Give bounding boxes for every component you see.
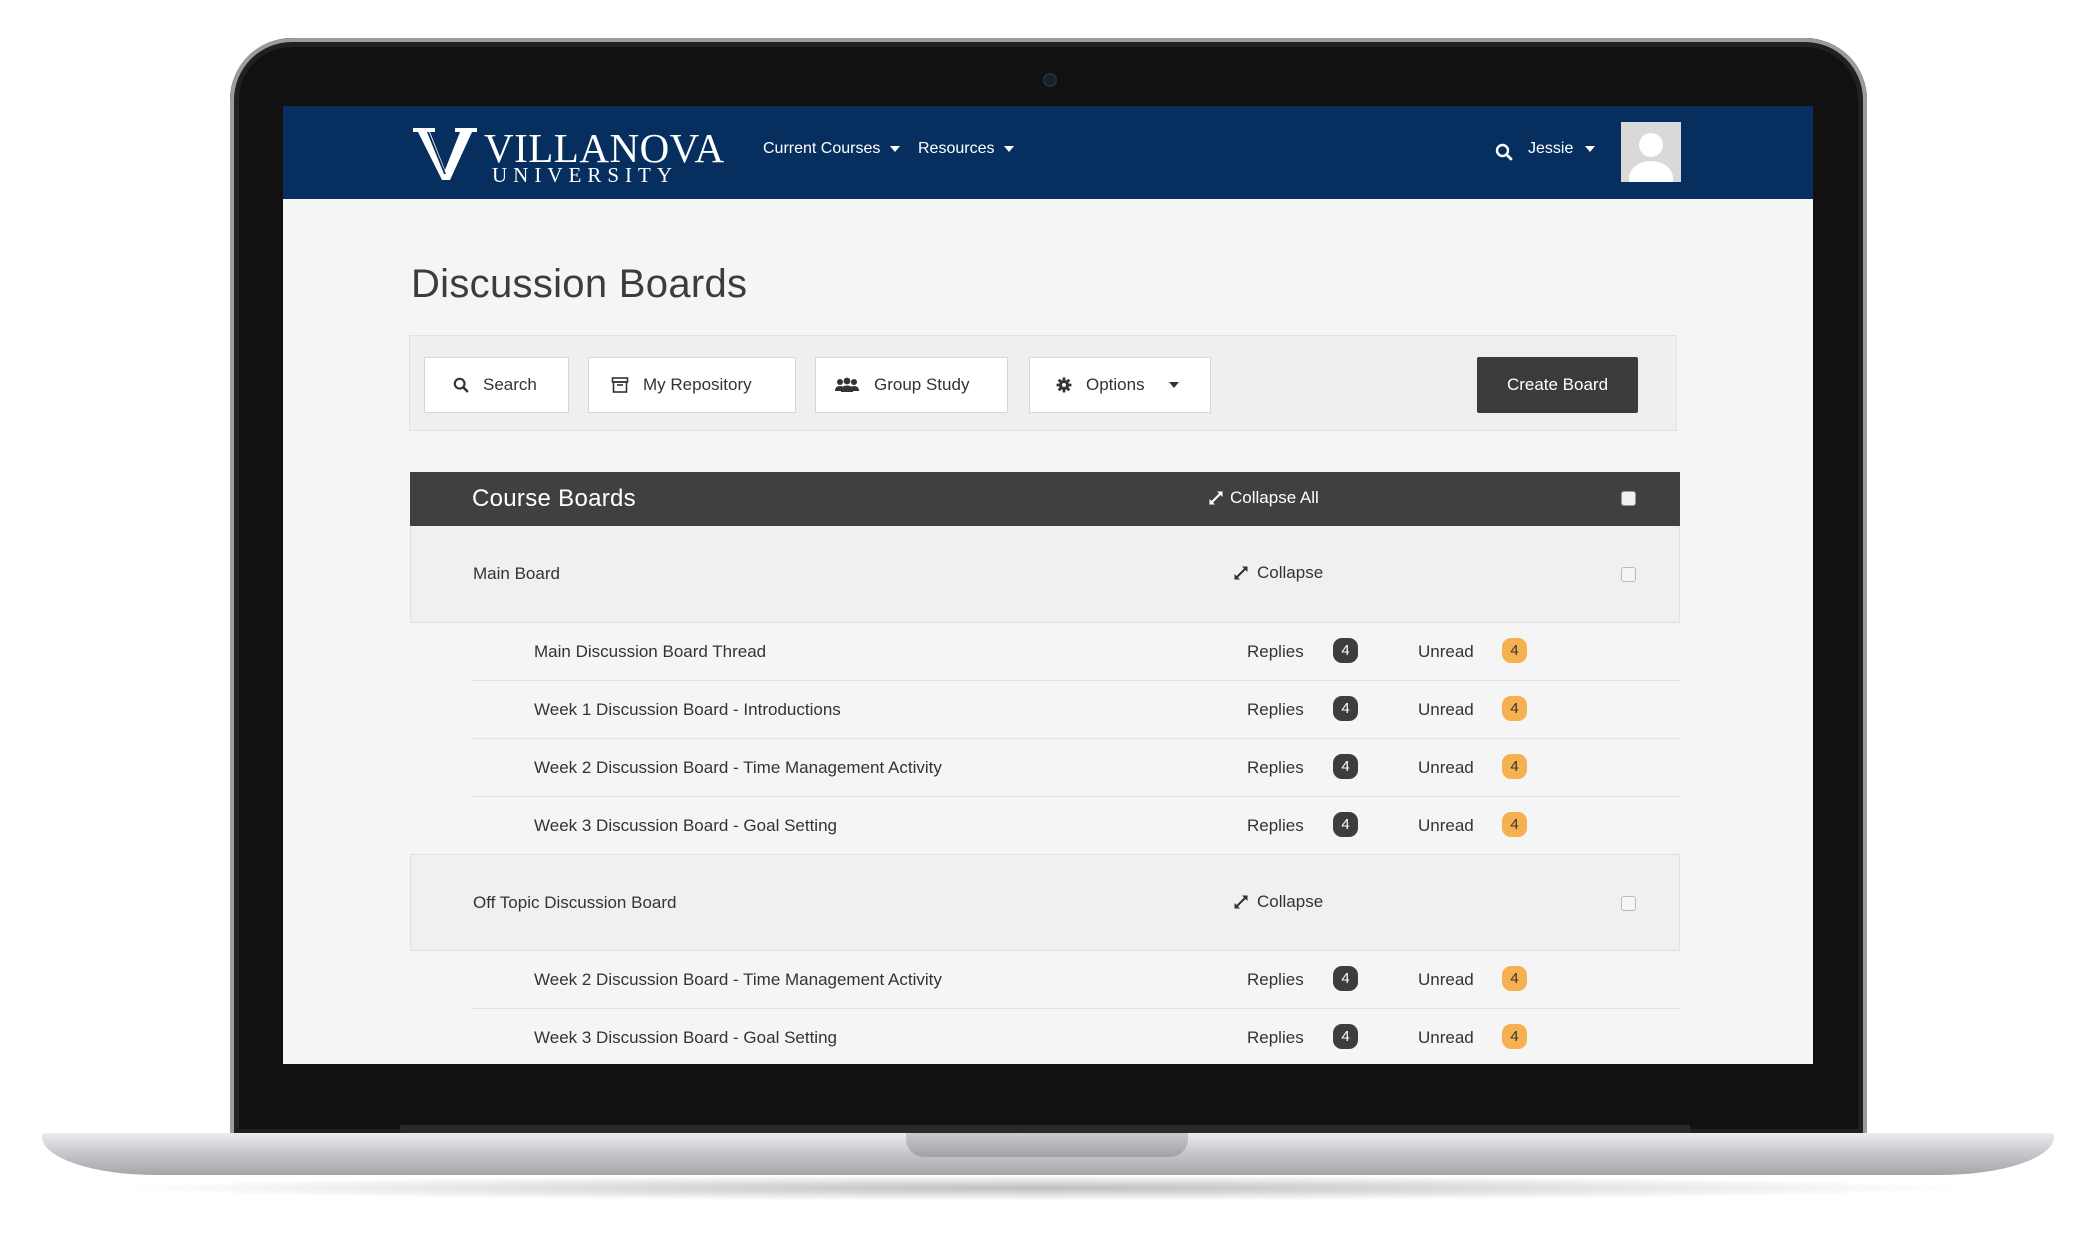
unread-count-badge: 4	[1502, 638, 1527, 663]
villanova-v-icon	[413, 128, 477, 180]
thread-title[interactable]: Week 3 Discussion Board - Goal Setting	[534, 816, 837, 836]
unread-label: Unread	[1418, 642, 1474, 661]
replies-label: Replies	[1247, 758, 1304, 777]
search-icon	[453, 377, 469, 393]
thread-title[interactable]: Week 1 Discussion Board - Introductions	[534, 700, 841, 720]
replies-label: Replies	[1247, 700, 1304, 719]
collapse-label: Collapse	[1257, 563, 1324, 582]
my-repository-label: My Repository	[643, 375, 752, 394]
replies-label: Replies	[1247, 970, 1304, 989]
unread-count-badge: 4	[1502, 812, 1527, 837]
thread-row[interactable]: Week 1 Discussion Board - Introductions …	[472, 681, 1680, 739]
thread-list: Week 2 Discussion Board - Time Managemen…	[410, 951, 1680, 1064]
laptop-notch	[906, 1133, 1188, 1157]
collapse-label: Collapse	[1257, 892, 1324, 911]
board-group-row: Main Board Collapse	[410, 526, 1680, 623]
search-icon[interactable]	[1495, 143, 1513, 161]
chevron-down-icon	[1168, 382, 1179, 388]
my-repository-button[interactable]: My Repository	[588, 357, 796, 413]
nav-resources[interactable]: Resources	[918, 140, 1015, 158]
replies-label: Replies	[1247, 816, 1304, 835]
gear-icon	[1056, 377, 1072, 393]
chevron-down-icon	[890, 146, 901, 152]
nav-current-courses-label: Current Courses	[763, 140, 881, 157]
replies-count-badge: 4	[1333, 696, 1358, 721]
page-title: Discussion Boards	[411, 262, 748, 306]
replies-count-badge: 4	[1333, 754, 1358, 779]
thread-row[interactable]: Week 2 Discussion Board - Time Managemen…	[472, 739, 1680, 797]
chevron-down-icon	[1004, 146, 1015, 152]
replies-count-badge: 4	[1333, 812, 1358, 837]
unread-count-badge: 4	[1502, 1024, 1527, 1049]
thread-title[interactable]: Week 2 Discussion Board - Time Managemen…	[534, 758, 942, 778]
replies-count-badge: 4	[1333, 966, 1358, 991]
user-name: Jessie	[1528, 140, 1574, 157]
user-silhouette-icon	[1629, 133, 1673, 182]
replies-label: Replies	[1247, 1028, 1304, 1047]
options-dropdown[interactable]: Options	[1029, 357, 1211, 413]
replies-count-badge: 4	[1333, 1024, 1358, 1049]
search-button[interactable]: Search	[424, 357, 569, 413]
user-menu[interactable]: Jessie	[1528, 140, 1596, 158]
collapse-all-label: Collapse All	[1230, 488, 1319, 507]
search-button-label: Search	[483, 375, 537, 394]
course-boards-panel: Course Boards Collapse All Main Board Co…	[410, 472, 1680, 1064]
thread-row[interactable]: Main Discussion Board Thread Replies 4 U…	[472, 623, 1680, 681]
expand-arrows-icon	[1234, 566, 1248, 580]
expand-arrows-icon	[1209, 491, 1223, 505]
chevron-down-icon	[1585, 146, 1596, 152]
replies-label: Replies	[1247, 642, 1304, 661]
unread-label: Unread	[1418, 816, 1474, 835]
unread-label: Unread	[1418, 700, 1474, 719]
unread-label: Unread	[1418, 1028, 1474, 1047]
board-group-checkbox[interactable]	[1621, 896, 1636, 911]
group-study-button[interactable]: Group Study	[815, 357, 1008, 413]
course-boards-header: Course Boards Collapse All	[410, 472, 1680, 526]
unread-label: Unread	[1418, 970, 1474, 989]
board-group-name: Main Board	[473, 564, 560, 583]
create-board-button[interactable]: Create Board	[1477, 357, 1638, 413]
thread-title[interactable]: Week 3 Discussion Board - Goal Setting	[534, 1028, 837, 1048]
unread-count-badge: 4	[1502, 696, 1527, 721]
unread-label: Unread	[1418, 758, 1474, 777]
board-group-row: Off Topic Discussion Board Collapse	[410, 854, 1680, 951]
collapse-button[interactable]: Collapse	[1233, 892, 1323, 912]
collapse-all-button[interactable]: Collapse All	[1208, 488, 1319, 508]
webcam	[1043, 73, 1057, 87]
thread-title[interactable]: Week 2 Discussion Board - Time Managemen…	[534, 970, 942, 990]
thread-row[interactable]: Week 3 Discussion Board - Goal Setting R…	[472, 1009, 1680, 1064]
unread-count-badge: 4	[1502, 966, 1527, 991]
thread-list: Main Discussion Board Thread Replies 4 U…	[410, 623, 1680, 854]
select-all-checkbox[interactable]	[1621, 491, 1636, 506]
thread-title[interactable]: Main Discussion Board Thread	[534, 642, 766, 662]
avatar[interactable]	[1621, 122, 1681, 182]
thread-row[interactable]: Week 2 Discussion Board - Time Managemen…	[472, 951, 1680, 1009]
top-navbar: VILLANOVA UNIVERSITY Current Courses Res…	[283, 106, 1813, 199]
nav-current-courses[interactable]: Current Courses	[763, 140, 901, 158]
users-group-icon	[835, 377, 859, 392]
board-group-name: Off Topic Discussion Board	[473, 893, 677, 912]
logo-subtitle: UNIVERSITY	[492, 163, 678, 187]
board-group-checkbox[interactable]	[1621, 567, 1636, 582]
villanova-logo[interactable]: VILLANOVA UNIVERSITY	[413, 126, 733, 186]
group-study-label: Group Study	[874, 375, 970, 394]
replies-count-badge: 4	[1333, 638, 1358, 663]
collapse-button[interactable]: Collapse	[1233, 563, 1323, 583]
screen: VILLANOVA UNIVERSITY Current Courses Res…	[283, 106, 1813, 1064]
thread-row[interactable]: Week 3 Discussion Board - Goal Setting R…	[472, 797, 1680, 854]
laptop-shadow	[100, 1175, 1980, 1201]
course-boards-title: Course Boards	[472, 485, 636, 512]
board-toolbar: Search My Repository Group Study Options…	[409, 335, 1677, 431]
nav-resources-label: Resources	[918, 140, 995, 157]
expand-arrows-icon	[1234, 895, 1248, 909]
options-label: Options	[1086, 375, 1145, 394]
unread-count-badge: 4	[1502, 754, 1527, 779]
archive-box-icon	[611, 377, 629, 393]
